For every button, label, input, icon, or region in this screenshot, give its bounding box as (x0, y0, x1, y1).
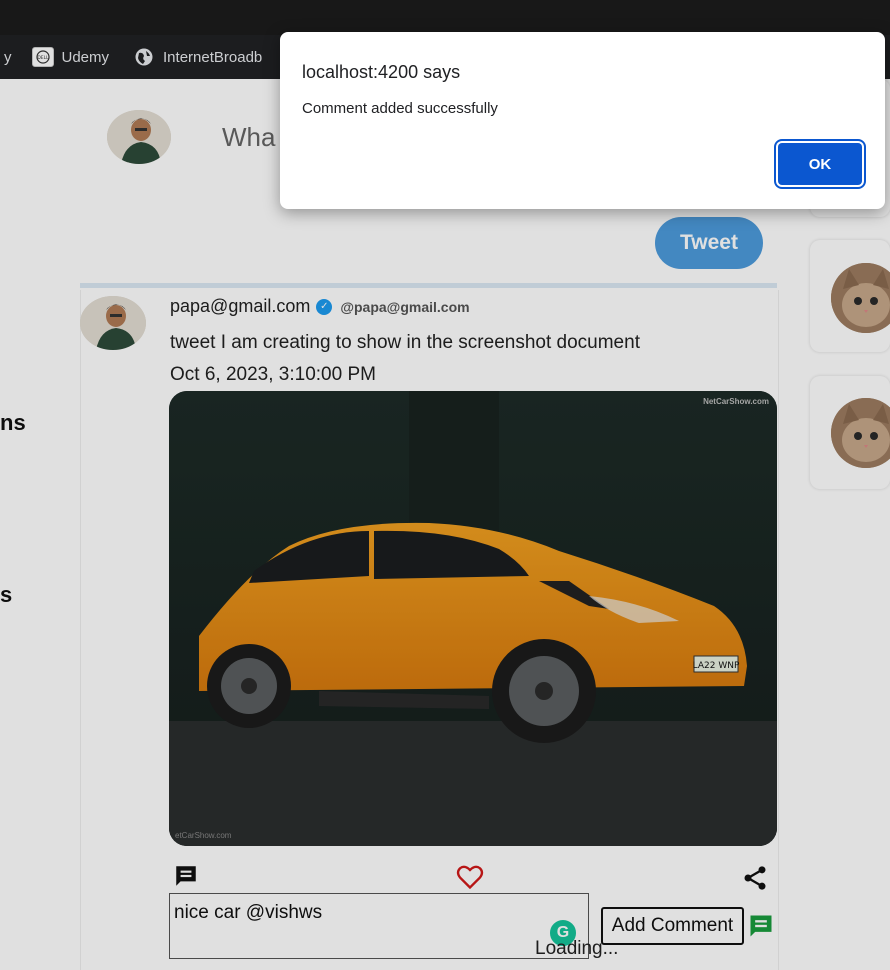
svg-text:DELL: DELL (37, 55, 49, 61)
dell-icon: DELL (31, 47, 54, 67)
dialog-message: Comment added successfully (302, 100, 498, 117)
divider (80, 283, 777, 288)
loading-text: Loading... (535, 938, 619, 959)
verified-badge-icon: ✓ (316, 298, 333, 315)
image-watermark: NetCarShow.com (703, 397, 769, 406)
tweet-button[interactable]: Tweet (655, 217, 763, 269)
bookmark-truncated[interactable]: y (4, 49, 12, 66)
tweet-author: papa@gmail.com ✓ @papa@gmail.com (170, 296, 470, 317)
bookmark-label: Udemy (61, 48, 110, 66)
comment-add-icon[interactable] (747, 912, 775, 940)
tweet-date: Oct 6, 2023, 3:10:00 PM (170, 364, 376, 385)
comment-input[interactable]: nice car @vishws (169, 893, 589, 959)
bookmark-label: InternetBroadb (163, 48, 263, 66)
add-comment-button[interactable]: Add Comment (601, 907, 744, 945)
heart-icon[interactable] (456, 864, 484, 890)
comment-icon[interactable] (173, 863, 199, 889)
image-watermark: etCarShow.com (175, 831, 232, 840)
globe-icon (133, 46, 155, 68)
bookmark-internetbroadband[interactable]: InternetBroadb (133, 46, 262, 68)
author-handle: @papa@gmail.com (340, 298, 470, 315)
avatar (80, 296, 146, 350)
avatar (107, 110, 171, 164)
dialog-title: localhost:4200 says (302, 62, 461, 82)
bookmark-label: y (4, 48, 12, 66)
alert-dialog: localhost:4200 says Comment added succes… (280, 32, 885, 209)
ok-button[interactable]: OK (778, 143, 862, 185)
license-plate: LA22 WNP (693, 661, 740, 671)
tweet-text: tweet I am creating to show in the scree… (170, 332, 640, 353)
sidebar-fragment: ns (0, 410, 26, 435)
tweet-image: LA22 WNP NetCarShow.com etCarShow.com (169, 391, 777, 846)
browser-top-bar (0, 0, 890, 35)
author-name: papa@gmail.com (170, 296, 311, 316)
sidebar-fragment: s (0, 582, 13, 607)
share-icon[interactable] (741, 864, 769, 892)
bookmark-udemy[interactable]: DELL Udemy (31, 47, 110, 67)
